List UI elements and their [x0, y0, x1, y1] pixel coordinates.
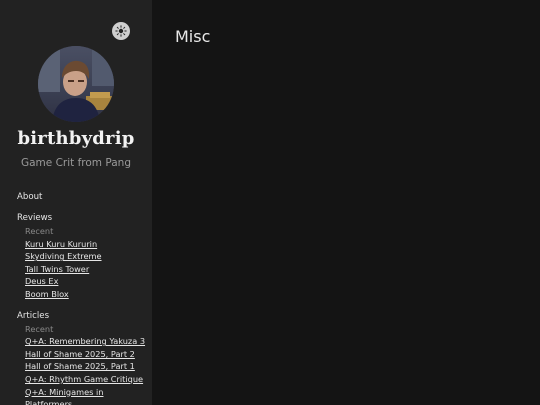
- site-title[interactable]: birthbydrip: [0, 128, 152, 149]
- avatar[interactable]: [38, 46, 114, 122]
- page-title: Misc: [175, 27, 211, 46]
- nav-article-link[interactable]: Q+A: Minigames in Platformers: [25, 386, 147, 405]
- nav-reviews-heading[interactable]: Reviews: [17, 212, 147, 224]
- site-subtitle: Game Crit from Pang: [20, 157, 131, 169]
- theme-toggle-button[interactable]: [112, 22, 130, 40]
- nav-reviews-recent-label: Recent: [25, 226, 54, 236]
- sidebar: birthbydrip Game Crit from Pang About Re…: [0, 0, 152, 405]
- nav-review-link[interactable]: Deus Ex: [25, 275, 147, 288]
- nav-article-link[interactable]: Q+A: Rhythm Game Critique: [25, 373, 147, 386]
- sidebar-nav: About Reviews Recent Kuru Kuru Kururin S…: [17, 191, 147, 405]
- nav-review-link[interactable]: Kuru Kuru Kururin: [25, 238, 147, 251]
- nav-article-link[interactable]: Hall of Shame 2025, Part 2: [25, 348, 147, 361]
- sun-icon: [115, 25, 127, 37]
- nav-articles-section: Articles Recent Q+A: Remembering Yakuza …: [17, 310, 147, 405]
- main-content: Misc: [152, 0, 540, 405]
- nav-reviews-section: Reviews Recent Kuru Kuru Kururin Skydivi…: [17, 212, 147, 301]
- avatar-photo: [38, 46, 114, 122]
- nav-article-link[interactable]: Q+A: Remembering Yakuza 3: [25, 335, 147, 348]
- nav-review-link[interactable]: Tall Twins Tower: [25, 263, 147, 276]
- nav-about-link[interactable]: About: [17, 191, 147, 203]
- nav-articles-recent-label: Recent: [25, 323, 54, 334]
- nav-review-link[interactable]: Skydiving Extreme: [25, 250, 147, 263]
- nav-article-link[interactable]: Hall of Shame 2025, Part 1: [25, 360, 147, 373]
- nav-articles-heading[interactable]: Articles: [17, 310, 147, 322]
- nav-review-link[interactable]: Boom Blox: [25, 288, 147, 301]
